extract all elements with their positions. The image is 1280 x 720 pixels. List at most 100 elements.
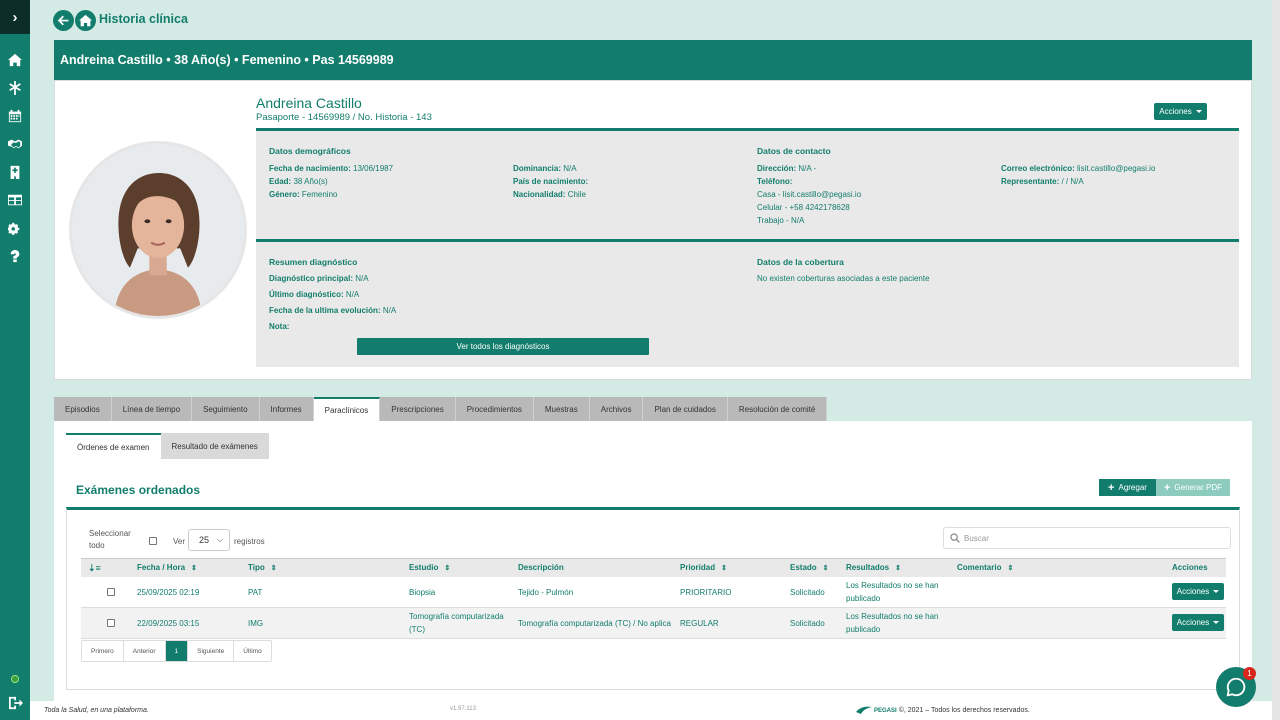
asterisk-icon[interactable] <box>0 78 30 98</box>
tab-plan-de-cuidados[interactable]: Plan de cuidados <box>643 397 728 421</box>
note-field: Nota: <box>269 322 289 331</box>
footer-copyright-block: PEGASI ©, 2021 – Todos los derechos reser… <box>856 706 1030 715</box>
address-label: Dirección: <box>757 164 797 173</box>
col-comment[interactable]: Comentario ⇕ <box>957 563 1013 572</box>
search-icon <box>950 533 960 543</box>
subtab-exam-results[interactable]: Resultado de exámenes <box>160 433 269 459</box>
gender-field: Género: Femenino <box>269 190 337 199</box>
sidebar: › <box>0 0 30 720</box>
row-results-line1: Los Resultados no se han <box>846 612 939 621</box>
gears-icon[interactable] <box>0 218 30 238</box>
birth-date-label: Fecha de nacimiento: <box>269 164 351 173</box>
footer-copyright: ©, 2021 – Todos los derechos reservados. <box>898 707 1030 714</box>
view-all-diagnoses-button[interactable]: Ver todos los diagnósticos <box>357 338 649 355</box>
demographics-contact-panel: Datos demográficos Fecha de nacimiento: … <box>256 128 1239 239</box>
home-icon <box>79 14 92 27</box>
tab-prescripciones[interactable]: Prescripciones <box>380 397 456 421</box>
last-evolution-label: Fecha de la ultima evolución: <box>269 306 381 315</box>
subtab-exam-orders[interactable]: Órdenes de examen <box>66 433 161 459</box>
sidebar-toggle-button[interactable]: › <box>0 0 30 34</box>
select-all-line2: todo <box>89 541 105 550</box>
row-actions-label: Acciones <box>1176 587 1210 596</box>
tab-procedimientos[interactable]: Procedimientos <box>455 397 534 421</box>
col-results[interactable]: Resultados ⇕ <box>846 563 901 572</box>
page-size-select[interactable]: 25 ⌵ <box>188 529 230 551</box>
row-type: PAT <box>248 588 263 597</box>
page-size-value: 25 <box>199 535 210 545</box>
tab-seguimiento[interactable]: Seguimiento <box>192 397 260 421</box>
email-value: lisit.castillo@pegasi.io <box>1077 164 1156 173</box>
home-button[interactable] <box>75 10 96 31</box>
main-diagnosis-value: N/A <box>355 274 369 283</box>
table-icon[interactable] <box>0 190 30 210</box>
question-icon[interactable] <box>0 246 30 266</box>
tab-archivos[interactable]: Archivos <box>589 397 644 421</box>
arrow-left-icon <box>57 15 69 26</box>
chat-icon <box>1226 677 1246 697</box>
col-priority[interactable]: Prioridad ⇕ <box>680 563 727 572</box>
row-description: Tejido - Pulmón <box>518 588 574 597</box>
search-input[interactable]: Buscar <box>943 527 1231 549</box>
nationality-label: Nacionalidad: <box>513 190 566 199</box>
exams-table-box: Seleccionar todo Ver 25 ⌵ registros Buscar… <box>66 507 1240 690</box>
phone-home: Casa - lisit.castillo@pegasi.io <box>757 190 862 199</box>
chat-notification-badge: 1 <box>1243 667 1256 680</box>
last-evolution-value: N/A <box>382 306 397 315</box>
chevron-right-icon: › <box>12 8 18 26</box>
hospital-icon[interactable] <box>0 162 30 182</box>
add-exam-button[interactable]: + Agregar <box>1099 479 1156 496</box>
plus-icon: + <box>1108 481 1115 494</box>
address-value: N/A - <box>798 164 817 173</box>
logout-icon[interactable] <box>9 696 23 710</box>
footer: Toda la Salud, en una plataforma. v1.97.… <box>30 701 1272 720</box>
patient-card: Andreina Castillo Pasaporte - 14569989 /… <box>54 80 1252 380</box>
col-status[interactable]: Estado ⇕ <box>790 563 829 572</box>
tab-linea-de-tiempo[interactable]: Línea de tiempo <box>111 397 193 421</box>
records-label: registros <box>234 537 265 546</box>
tab-muestras[interactable]: Muestras <box>533 397 590 421</box>
col-study[interactable]: Estudio ⇕ <box>409 563 450 572</box>
birth-date-value: 13/06/1987 <box>353 164 394 173</box>
col-description: Descripción <box>518 563 564 572</box>
tab-episodios[interactable]: Episodios <box>54 397 112 421</box>
row-actions-button[interactable]: Acciones <box>1172 583 1224 600</box>
row-actions-label: Acciones <box>1176 618 1210 627</box>
select-all-label: Seleccionar todo <box>89 528 131 552</box>
pager-first[interactable]: Primero <box>82 641 124 661</box>
col-date[interactable]: Fecha / Hora ⇕ <box>137 563 197 572</box>
nationality-field: Nacionalidad: Chile <box>513 190 586 199</box>
patient-id-subtitle: Pasaporte - 14569989 / No. Historia - 14… <box>256 112 432 123</box>
row-study: Tomografía computarizada (TC) <box>409 610 504 636</box>
home-icon[interactable] <box>0 50 30 70</box>
row-priority: PRIORITARIO <box>680 588 732 597</box>
back-button[interactable] <box>53 10 74 31</box>
sort-icon[interactable]: ⇣≡ <box>88 563 101 574</box>
section-title: Exámenes ordenados <box>76 483 201 497</box>
row-checkbox[interactable] <box>107 588 115 596</box>
col-status-label: Estado <box>790 563 817 572</box>
row-actions-button[interactable]: Acciones <box>1172 614 1224 631</box>
row-date: 25/09/2025 02:19 <box>137 588 200 597</box>
birth-country-label: País de nacimiento: <box>513 177 589 186</box>
row-checkbox[interactable] <box>107 619 115 627</box>
col-type[interactable]: Tipo ⇕ <box>248 563 277 572</box>
age-label: Edad: <box>269 177 292 186</box>
tab-paraclinicos[interactable]: Paraclínicos <box>313 397 381 421</box>
calendar-icon[interactable] <box>0 106 30 126</box>
right-scrollbar[interactable] <box>1272 0 1280 720</box>
pager-page-1[interactable]: 1 <box>165 641 189 661</box>
tab-resolucion-de-comite[interactable]: Resolución de comité <box>727 397 828 421</box>
phone-label: Teléfono: <box>757 177 793 186</box>
patient-actions-button[interactable]: Acciones <box>1154 103 1207 120</box>
plus-icon: + <box>1163 481 1171 494</box>
select-all-checkbox[interactable] <box>149 537 157 545</box>
generate-pdf-button[interactable]: + Generar PDF <box>1156 479 1230 496</box>
pager-last[interactable]: Último <box>234 641 270 661</box>
pager-previous[interactable]: Anterior <box>124 641 166 661</box>
tab-informes[interactable]: Informes <box>259 397 314 421</box>
footer-version: v1.97.113 <box>450 706 476 712</box>
pager-next[interactable]: Siguiente <box>188 641 235 661</box>
caret-down-icon <box>1213 621 1220 624</box>
handshake-icon[interactable] <box>0 134 30 154</box>
pegasi-logo-icon <box>856 706 872 714</box>
